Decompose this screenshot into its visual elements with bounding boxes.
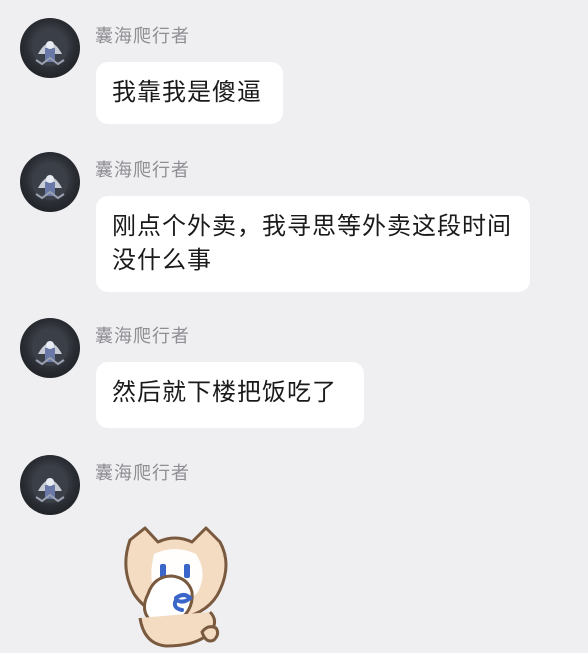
sender-avatar-icon[interactable] bbox=[20, 318, 80, 378]
sender-avatar-icon[interactable] bbox=[20, 455, 80, 515]
sender-name: 囊海爬行者 bbox=[95, 26, 190, 47]
sender-avatar-icon[interactable] bbox=[20, 152, 80, 212]
cat-covering-face-sticker-icon[interactable] bbox=[110, 520, 240, 649]
message-bubble[interactable]: 刚点个外卖，我寻思等外卖这段时间没什么事 bbox=[96, 196, 530, 292]
sender-name: 囊海爬行者 bbox=[95, 160, 190, 181]
sender-avatar-icon[interactable] bbox=[20, 18, 80, 78]
sender-name: 囊海爬行者 bbox=[95, 463, 190, 484]
message-bubble[interactable]: 然后就下楼把饭吃了 bbox=[96, 362, 364, 428]
sender-name: 囊海爬行者 bbox=[95, 326, 190, 347]
message-bubble[interactable]: 我靠我是傻逼 bbox=[96, 62, 283, 124]
